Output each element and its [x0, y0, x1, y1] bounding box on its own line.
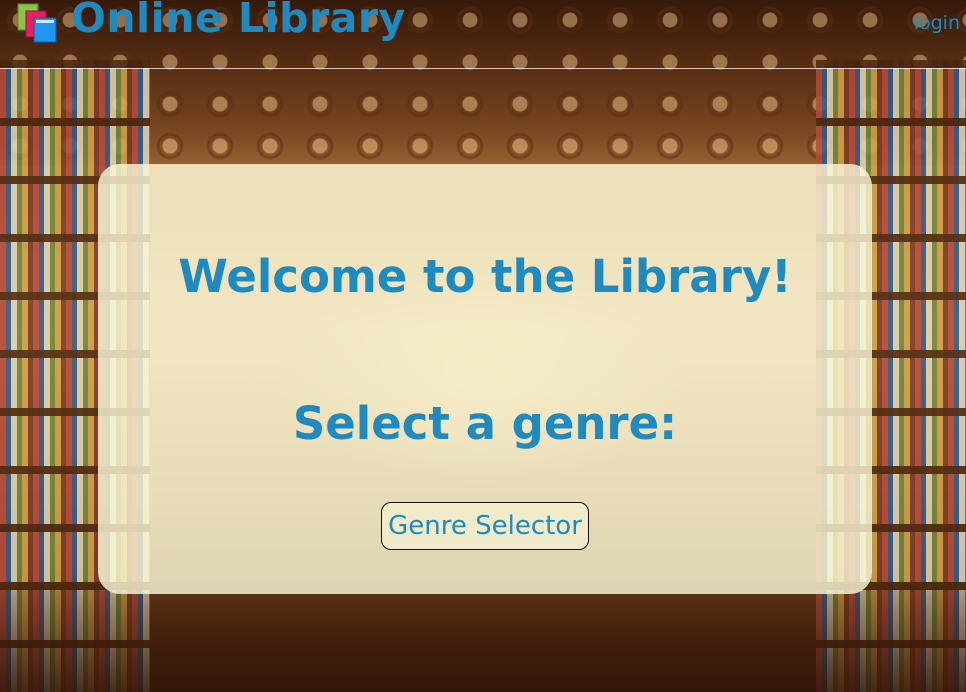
genre-selector-button[interactable]: Genre Selector: [381, 502, 589, 550]
background-floor: [0, 582, 966, 692]
site-title: Online Library: [71, 0, 406, 42]
welcome-card: Welcome to the Library! Select a genre: …: [98, 164, 872, 594]
site-header: Online Library login: [0, 0, 966, 69]
books-icon: [17, 3, 57, 43]
login-link[interactable]: login: [914, 12, 960, 34]
welcome-heading: Welcome to the Library!: [178, 250, 792, 303]
select-genre-heading: Select a genre:: [292, 397, 678, 450]
